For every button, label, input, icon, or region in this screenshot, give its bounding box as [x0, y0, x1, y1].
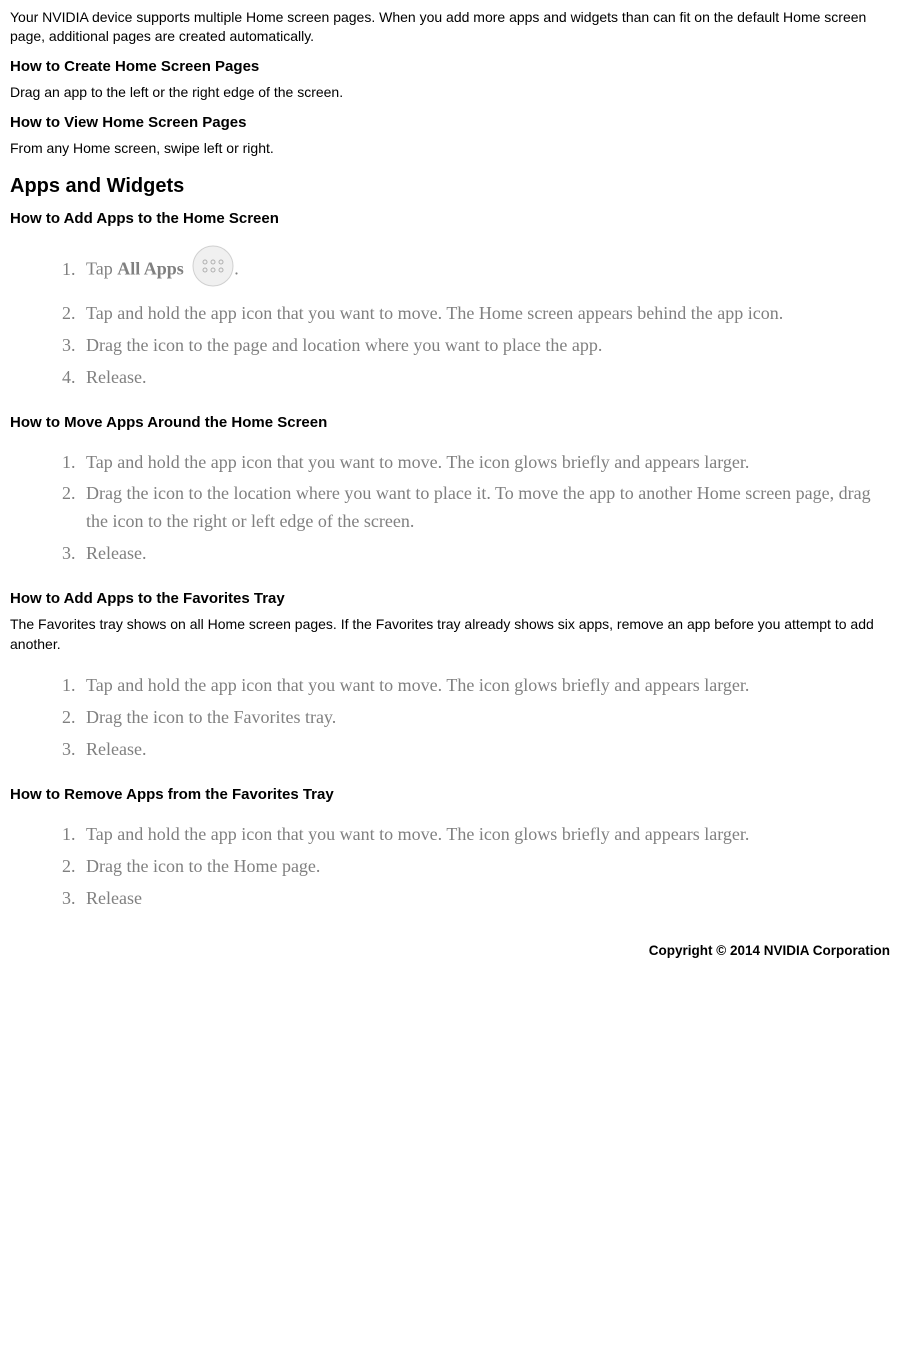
steps-remove-favorites: Tap and hold the app icon that you want … — [10, 821, 896, 913]
heading-create-pages: How to Create Home Screen Pages — [10, 58, 896, 75]
list-item: Tap and hold the app icon that you want … — [80, 821, 896, 849]
body-view-pages: From any Home screen, swipe left or righ… — [10, 139, 896, 159]
all-apps-icon — [192, 245, 234, 296]
list-item: Tap and hold the app icon that you want … — [80, 449, 896, 477]
list-item: Drag the icon to the Home page. — [80, 853, 896, 881]
list-item: Release. — [80, 364, 896, 392]
list-item: Tap and hold the app icon that you want … — [80, 300, 896, 328]
body-create-pages: Drag an app to the left or the right edg… — [10, 83, 896, 103]
steps-add-apps: Tap All Apps . Tap and hold the app icon… — [10, 245, 896, 392]
all-apps-label: All Apps — [117, 259, 184, 279]
list-item: Release — [80, 885, 896, 913]
heading-add-favorites: How to Add Apps to the Favorites Tray — [10, 590, 896, 607]
heading-view-pages: How to View Home Screen Pages — [10, 114, 896, 131]
steps-move-apps: Tap and hold the app icon that you want … — [10, 449, 896, 569]
step-text: Tap — [86, 259, 117, 279]
heading-apps-widgets: Apps and Widgets — [10, 175, 896, 198]
list-item: Tap and hold the app icon that you want … — [80, 672, 896, 700]
step-text: . — [234, 259, 239, 279]
heading-move-apps: How to Move Apps Around the Home Screen — [10, 414, 896, 431]
list-item: Drag the icon to the page and location w… — [80, 332, 896, 360]
heading-remove-favorites: How to Remove Apps from the Favorites Tr… — [10, 786, 896, 803]
intro-paragraph: Your NVIDIA device supports multiple Hom… — [10, 8, 896, 46]
heading-add-apps: How to Add Apps to the Home Screen — [10, 210, 896, 227]
body-add-favorites: The Favorites tray shows on all Home scr… — [10, 615, 896, 654]
list-item: Release. — [80, 736, 896, 764]
list-item: Tap All Apps . — [80, 245, 896, 296]
list-item: Drag the icon to the location where you … — [80, 480, 896, 536]
copyright-footer: Copyright © 2014 NVIDIA Corporation — [10, 943, 896, 958]
step-text — [184, 259, 189, 279]
list-item: Drag the icon to the Favorites tray. — [80, 704, 896, 732]
steps-add-favorites: Tap and hold the app icon that you want … — [10, 672, 896, 764]
list-item: Release. — [80, 540, 896, 568]
